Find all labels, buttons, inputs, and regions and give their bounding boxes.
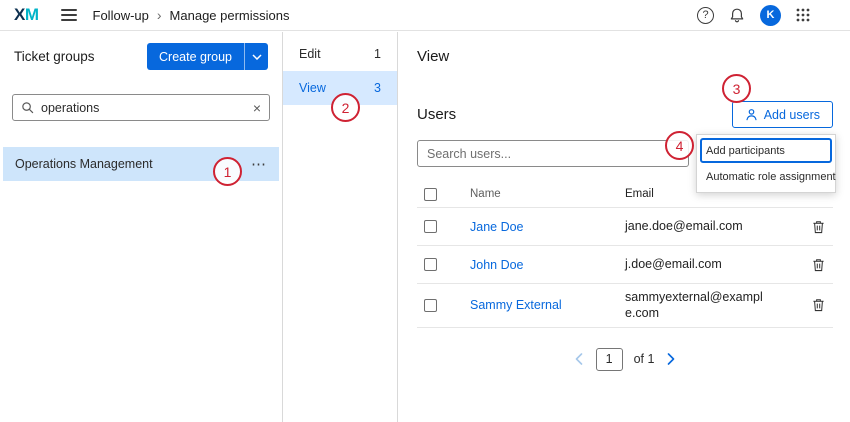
permissions-tabs-panel: Edit 1 View 3 <box>283 32 398 422</box>
row-checkbox[interactable] <box>424 258 437 271</box>
delete-user-button[interactable] <box>810 256 827 274</box>
next-page-chevron-icon[interactable] <box>665 351 677 367</box>
notifications-bell-icon[interactable] <box>729 7 745 24</box>
user-name-link[interactable]: John Doe <box>470 258 524 272</box>
create-group-dropdown-chevron-icon[interactable] <box>244 43 268 70</box>
group-search-input[interactable] <box>41 101 246 115</box>
delete-user-button[interactable] <box>810 296 827 314</box>
tab-view-label: View <box>299 81 326 95</box>
xm-logo[interactable]: XM <box>14 5 39 25</box>
ticket-groups-panel: Ticket groups Create group × Operations … <box>0 32 283 422</box>
logo-letter-x: X <box>14 5 25 24</box>
menu-item-automatic-role-assignment[interactable]: Automatic role assignment <box>700 164 832 189</box>
breadcrumb: Follow-up › Manage permissions <box>93 8 290 23</box>
user-email: jane.doe@email.com <box>625 218 797 234</box>
add-users-button[interactable]: Add users <box>732 101 833 128</box>
delete-user-button[interactable] <box>810 218 827 236</box>
apps-grid-icon[interactable] <box>796 8 810 22</box>
add-users-label: Add users <box>764 108 820 122</box>
header-actions: ? K <box>697 5 810 26</box>
top-bar: XM Follow-up › Manage permissions ? K <box>0 0 850 31</box>
table-row: Sammy External sammyexternal@example.com <box>417 284 833 328</box>
breadcrumb-chevron-icon: › <box>157 8 162 22</box>
tab-edit[interactable]: Edit 1 <box>283 37 397 71</box>
hamburger-menu-icon[interactable] <box>61 9 77 21</box>
trash-icon <box>812 258 825 272</box>
tab-view-count: 3 <box>374 81 381 95</box>
add-users-dropdown-menu: Add participants Automatic role assignme… <box>696 134 836 193</box>
more-options-icon[interactable]: ⋯ <box>251 155 267 173</box>
users-section-title: Users <box>417 106 456 123</box>
select-all-checkbox[interactable] <box>424 188 437 201</box>
search-icon <box>21 101 34 114</box>
current-page-box[interactable]: 1 <box>596 348 623 371</box>
add-user-icon <box>745 108 758 121</box>
annotation-circle-1: 1 <box>213 157 242 186</box>
page-count-label: of 1 <box>634 352 655 366</box>
table-row: John Doe j.doe@email.com <box>417 246 833 284</box>
clear-search-icon[interactable]: × <box>253 101 261 115</box>
create-group-button[interactable]: Create group <box>147 43 244 70</box>
trash-icon <box>812 220 825 234</box>
pagination: 1 of 1 <box>417 348 833 371</box>
row-checkbox[interactable] <box>424 220 437 233</box>
annotation-circle-4: 4 <box>665 131 694 160</box>
user-email: sammyexternal@example.com <box>625 289 797 322</box>
group-search-box: × <box>12 94 270 121</box>
view-permissions-panel: View Users Add users Add participants Au… <box>399 32 850 422</box>
create-group-split-button: Create group <box>147 43 268 70</box>
ticket-groups-header: Ticket groups Create group <box>0 32 282 70</box>
logo-letter-m: M <box>25 5 39 24</box>
table-row: Jane Doe jane.doe@email.com <box>417 208 833 246</box>
user-name-link[interactable]: Sammy External <box>470 298 562 312</box>
annotation-circle-3: 3 <box>722 74 751 103</box>
group-name: Operations Management <box>15 157 153 171</box>
menu-item-add-participants[interactable]: Add participants <box>700 138 832 163</box>
tab-edit-count: 1 <box>374 47 381 61</box>
tab-edit-label: Edit <box>299 47 321 61</box>
breadcrumb-manage-permissions: Manage permissions <box>170 8 290 23</box>
ticket-groups-title: Ticket groups <box>14 49 95 64</box>
search-users-input[interactable] <box>417 140 689 167</box>
previous-page-chevron-icon[interactable] <box>573 351 585 367</box>
user-name-link[interactable]: Jane Doe <box>470 220 524 234</box>
users-section-header: Users Add users <box>417 101 833 128</box>
users-table: Name Email Jane Doe jane.doe@email.com J… <box>417 181 833 328</box>
trash-icon <box>812 298 825 312</box>
annotation-circle-2: 2 <box>331 93 360 122</box>
row-checkbox[interactable] <box>424 299 437 312</box>
help-icon[interactable]: ? <box>697 7 714 24</box>
column-header-name: Name <box>470 188 625 200</box>
avatar[interactable]: K <box>760 5 781 26</box>
user-email: j.doe@email.com <box>625 256 797 272</box>
page-title: View <box>417 48 833 65</box>
breadcrumb-follow-up[interactable]: Follow-up <box>93 8 149 23</box>
